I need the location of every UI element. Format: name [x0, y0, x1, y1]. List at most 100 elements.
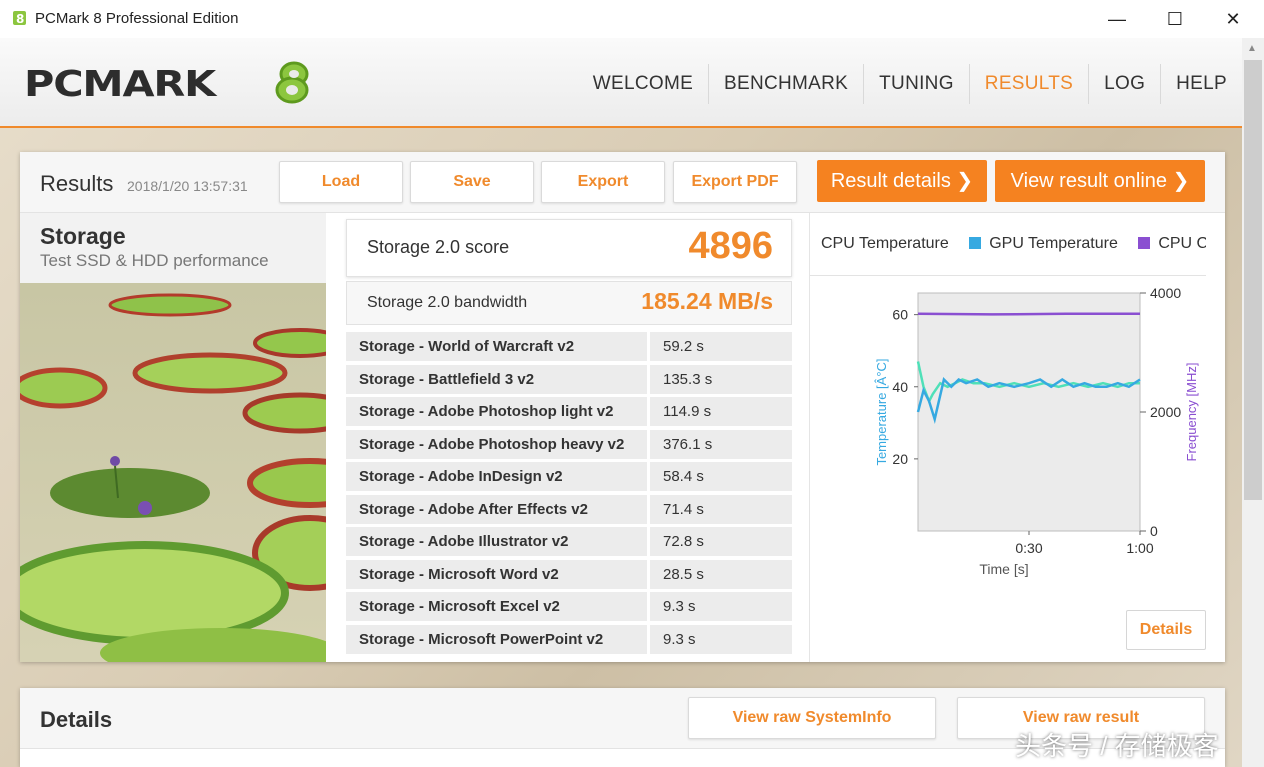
results-date: 2018/1/20 13:57:31 — [127, 178, 248, 194]
scroll-thumb[interactable] — [1244, 60, 1262, 500]
view-result-online-button[interactable]: View result online ❯ — [995, 160, 1205, 202]
results-panel: Results 2018/1/20 13:57:31 Load Save Exp… — [20, 152, 1225, 662]
results-header: Results 2018/1/20 13:57:31 Load Save Exp… — [20, 152, 1225, 213]
subtest-value: 58.4 s — [650, 462, 792, 491]
subtest-value: 72.8 s — [650, 527, 792, 556]
x-axis-label: Time [s] — [979, 561, 1028, 577]
legend-label: GPU Temperature — [989, 235, 1118, 252]
chart-details-button[interactable]: Details — [1126, 610, 1206, 650]
table-row: Storage - Adobe After Effects v2 71.4 s — [346, 494, 792, 527]
subtest-name: Storage - Adobe Illustrator v2 — [346, 527, 647, 556]
table-row: Storage - World of Warcraft v2 59.2 s — [346, 331, 792, 364]
legend-item: GPU Temperature — [969, 235, 1118, 253]
export-button[interactable]: Export — [541, 161, 665, 203]
y-right-tick-label: 2000 — [1150, 404, 1181, 420]
details-title: Details — [40, 707, 113, 732]
subtest-table: Storage - World of Warcraft v2 59.2 s St… — [346, 331, 792, 656]
table-row: Storage - Microsoft Excel v2 9.3 s — [346, 591, 792, 624]
subtest-name: Storage - World of Warcraft v2 — [346, 332, 647, 361]
y-left-tick-label: 40 — [892, 379, 908, 395]
temperature-frequency-chart: 60 40 20 4000 2000 0 0:30 1:00 Time [s] Temperatu… — [874, 285, 1199, 577]
subtest-value: 59.2 s — [650, 332, 792, 361]
y-right-tick-label: 4000 — [1150, 285, 1181, 301]
logo-text: PCMARK — [24, 64, 216, 105]
plot-area — [917, 292, 1141, 532]
subtest-value: 9.3 s — [650, 592, 792, 621]
y-left-axis-label: Temperature [Â°C] — [874, 358, 889, 465]
load-button[interactable]: Load — [279, 161, 403, 203]
nav-welcome[interactable]: WELCOME — [578, 64, 708, 104]
chart-legend: CPU Temperature GPU Temperature CPU Clo — [810, 235, 1206, 276]
subtest-name: Storage - Adobe InDesign v2 — [346, 462, 647, 491]
x-tick-label: 0:30 — [1015, 540, 1042, 556]
subtest-name: Storage - Microsoft PowerPoint v2 — [346, 624, 647, 654]
maximize-button[interactable]: ☐ — [1146, 0, 1204, 38]
result-details-button[interactable]: Result details ❯ — [817, 160, 987, 202]
table-row: Storage - Battlefield 3 v2 135.3 s — [346, 364, 792, 397]
subtest-name: Storage - Adobe Photoshop heavy v2 — [346, 429, 647, 459]
y-left-tick-label: 20 — [892, 451, 908, 467]
table-row: Storage - Adobe Photoshop heavy v2 376.1… — [346, 429, 792, 462]
subtest-value: 28.5 s — [650, 559, 792, 589]
watermark-text: 头条号 / 存储极客 — [1015, 731, 1219, 761]
test-description: Test SSD & HDD performance — [40, 251, 269, 270]
legend-item: CPU Temperature — [821, 235, 949, 253]
bandwidth-value: 185.24 MB/s — [641, 288, 773, 314]
y-left-tick-label: 60 — [892, 307, 908, 323]
test-info: Storage Test SSD & HDD performance — [20, 213, 326, 662]
test-name: Storage — [40, 223, 126, 249]
minimize-button[interactable]: — — [1088, 0, 1146, 38]
subtest-value: 135.3 s — [650, 364, 792, 394]
vertical-scrollbar[interactable]: ▲ — [1242, 38, 1264, 767]
subtest-value: 114.9 s — [650, 397, 792, 426]
logo-eight-icon — [275, 61, 309, 104]
window-title: PCMark 8 Professional Edition — [35, 10, 239, 27]
monitoring-chart-section: CPU Temperature GPU Temperature CPU Clo … — [809, 213, 1226, 662]
legend-swatch — [969, 237, 982, 249]
nav-tuning[interactable]: TUNING — [863, 64, 969, 104]
score-value: 4896 — [688, 225, 773, 267]
close-button[interactable]: ✕ — [1204, 0, 1262, 38]
svg-text:8: 8 — [16, 12, 24, 26]
save-button[interactable]: Save — [410, 161, 534, 203]
y-right-tick-label: 0 — [1150, 523, 1158, 539]
table-row: Storage - Microsoft PowerPoint v2 9.3 s — [346, 624, 792, 657]
subtest-name: Storage - Battlefield 3 v2 — [346, 364, 647, 394]
table-row: Storage - Adobe InDesign v2 58.4 s — [346, 461, 792, 494]
subtest-name: Storage - Microsoft Word v2 — [346, 559, 647, 589]
subtest-name: Storage - Microsoft Excel v2 — [346, 592, 647, 621]
legend-item: CPU Clo — [1138, 235, 1206, 253]
scroll-up-icon[interactable]: ▲ — [1247, 43, 1257, 54]
table-row: Storage - Adobe Photoshop light v2 114.9… — [346, 396, 792, 429]
pcmark-app-icon: 8 — [13, 11, 26, 26]
legend-label: CPU Temperature — [821, 235, 949, 252]
view-raw-systeminfo-button[interactable]: View raw SystemInfo — [688, 697, 936, 739]
table-row: Storage - Microsoft Word v2 28.5 s — [346, 559, 792, 592]
series-line — [917, 312, 1140, 316]
app-header: PCMARK WELCOME BENCHMARK TUNING RESULTS … — [0, 38, 1242, 128]
window-titlebar: 8 PCMark 8 Professional Edition — ☐ ✕ — [0, 0, 1264, 38]
score-section: Storage 2.0 score 4896 Storage 2.0 bandw… — [346, 213, 792, 662]
x-tick-label: 1:00 — [1126, 540, 1153, 556]
subtest-name: Storage - Adobe After Effects v2 — [346, 494, 647, 524]
legend-label: CPU Clo — [1158, 235, 1206, 252]
subtest-name: Storage - Adobe Photoshop light v2 — [346, 397, 647, 426]
storage-lily-pads-image — [20, 283, 326, 662]
bandwidth-box: Storage 2.0 bandwidth 185.24 MB/s — [346, 281, 792, 325]
nav-results[interactable]: RESULTS — [968, 64, 1088, 104]
subtest-value: 71.4 s — [650, 494, 792, 524]
score-label: Storage 2.0 score — [367, 237, 510, 257]
results-title: Results — [40, 171, 114, 196]
subtest-value: 376.1 s — [650, 429, 792, 459]
table-row: Storage - Adobe Illustrator v2 72.8 s — [346, 526, 792, 559]
nav-help[interactable]: HELP — [1160, 64, 1242, 104]
y-right-axis-label: Frequency [MHz] — [1184, 363, 1199, 462]
main-nav: WELCOME BENCHMARK TUNING RESULTS LOG HEL… — [578, 64, 1242, 104]
nav-log[interactable]: LOG — [1088, 64, 1160, 104]
subtest-value: 9.3 s — [650, 624, 792, 654]
bandwidth-label: Storage 2.0 bandwidth — [367, 294, 528, 311]
nav-benchmark[interactable]: BENCHMARK — [708, 64, 863, 104]
legend-swatch — [1138, 237, 1151, 249]
export-pdf-button[interactable]: Export PDF — [673, 161, 797, 203]
score-box: Storage 2.0 score 4896 — [346, 219, 792, 277]
